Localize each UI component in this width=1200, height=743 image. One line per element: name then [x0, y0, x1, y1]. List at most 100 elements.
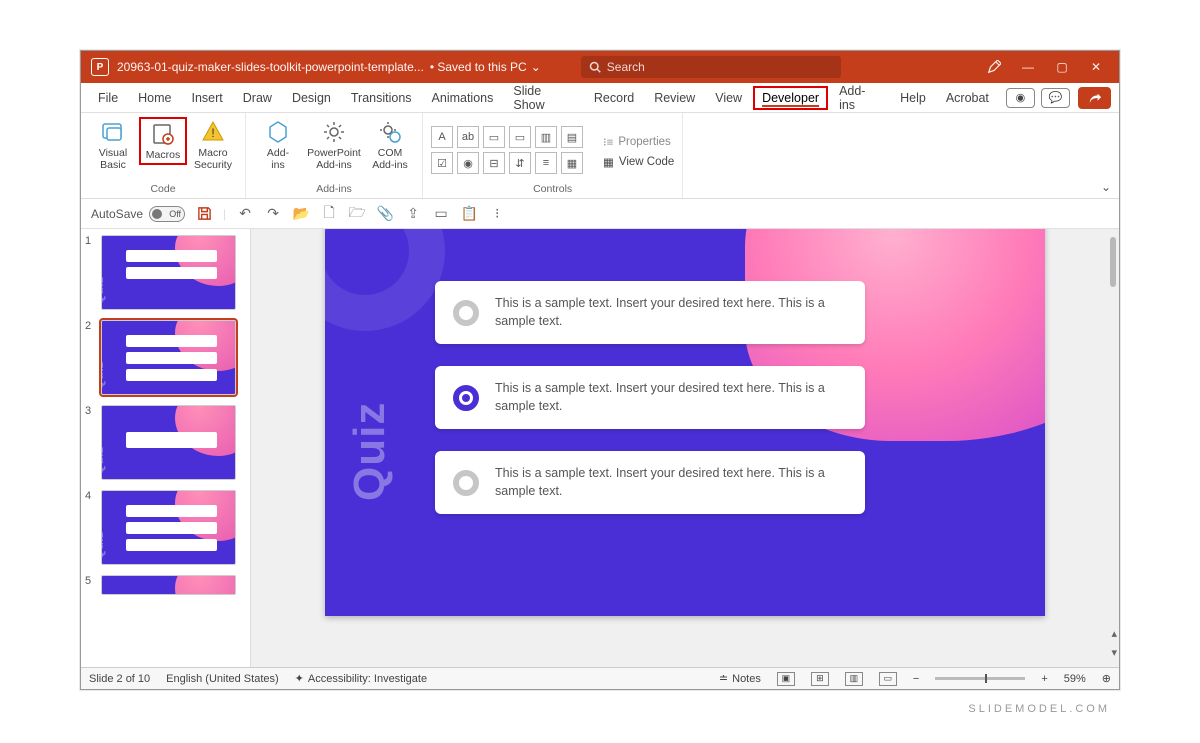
tab-transitions[interactable]: Transitions	[342, 86, 421, 110]
button-control-icon[interactable]: ▭	[509, 126, 531, 148]
language-status[interactable]: English (United States)	[166, 673, 279, 685]
tab-file[interactable]: File	[89, 86, 127, 110]
collapse-ribbon-icon[interactable]: ⌄	[1101, 180, 1111, 194]
tab-draw[interactable]: Draw	[234, 86, 281, 110]
accessibility-status[interactable]: ✦ Accessibility: Investigate	[295, 672, 427, 685]
folder-open-icon[interactable]: 📂	[292, 205, 310, 223]
toggle-control-icon[interactable]: ⊟	[483, 152, 505, 174]
menu-tabs: File Home Insert Draw Design Transitions…	[81, 83, 1119, 113]
tab-addins[interactable]: Add-ins	[830, 79, 889, 117]
slide-canvas-area[interactable]: Quiz This is a sample text. Insert your …	[251, 229, 1119, 667]
controls-gallery[interactable]: A ab ▭ ▭ ▥ ▤ ☑ ◉ ⊟ ⇵ ≡ ▦	[431, 126, 583, 174]
maximize-button[interactable]: ▢	[1045, 51, 1079, 83]
visual-basic-button[interactable]: Visual Basic	[89, 117, 137, 173]
view-code-button[interactable]: ▦ View Code	[603, 155, 674, 169]
gear-icon	[321, 119, 347, 145]
thumbnail-3[interactable]: Quiz	[101, 405, 236, 480]
undo-icon[interactable]: ↶	[236, 205, 254, 223]
paste-icon[interactable]: 📋	[460, 205, 478, 223]
prev-slide-icon[interactable]: ▴	[1111, 627, 1117, 640]
quiz-label: Quiz	[345, 402, 395, 501]
tab-insert[interactable]: Insert	[183, 86, 232, 110]
thumbnail-5[interactable]	[101, 575, 236, 595]
macros-button[interactable]: Macros	[139, 117, 187, 165]
zoom-in-icon[interactable]: +	[1041, 673, 1047, 685]
status-bar: Slide 2 of 10 English (United States) ✦ …	[81, 667, 1119, 689]
app-window: P 20963-01-quiz-maker-slides-toolkit-pow…	[80, 50, 1120, 690]
sorter-view-icon[interactable]: ⊞	[811, 672, 829, 686]
open-icon[interactable]: 🗁	[348, 205, 366, 223]
thumbnail-1[interactable]: Quiz	[101, 235, 236, 310]
zoom-level[interactable]: 59%	[1064, 673, 1086, 685]
minimize-button[interactable]: —	[1011, 51, 1045, 83]
slide-counter[interactable]: Slide 2 of 10	[89, 673, 150, 685]
tab-home[interactable]: Home	[129, 86, 180, 110]
tab-help[interactable]: Help	[891, 86, 935, 110]
combo-control-icon[interactable]: ▥	[535, 126, 557, 148]
thumbnail-4[interactable]: Quiz	[101, 490, 236, 565]
slideshow-view-icon[interactable]: ▭	[879, 672, 897, 686]
view-code-icon: ▦	[603, 155, 614, 169]
checkbox-control-icon[interactable]: ☑	[431, 152, 453, 174]
new-file-icon[interactable]: 🗋	[320, 205, 338, 223]
quiz-option-1[interactable]: This is a sample text. Insert your desir…	[435, 281, 865, 344]
next-slide-icon[interactable]: ▾	[1111, 646, 1117, 659]
addin-hex-icon	[265, 119, 291, 145]
more-icon[interactable]: ⁝	[488, 205, 506, 223]
zoom-slider[interactable]	[935, 677, 1025, 680]
svg-text:!: !	[211, 126, 214, 140]
slide[interactable]: Quiz This is a sample text. Insert your …	[325, 229, 1045, 616]
navigation-arrows: ▴ ▾	[1111, 627, 1117, 659]
search-icon	[589, 61, 601, 73]
com-addins-button[interactable]: COM Add-ins	[366, 117, 414, 173]
list-control-icon[interactable]: ▤	[561, 126, 583, 148]
tab-view[interactable]: View	[706, 86, 751, 110]
comments-icon[interactable]: 💬	[1041, 88, 1070, 108]
zoom-out-icon[interactable]: −	[913, 673, 919, 685]
spin-control-icon[interactable]: ⇵	[509, 152, 531, 174]
redo-icon[interactable]: ↷	[264, 205, 282, 223]
radio-selected-icon	[453, 385, 479, 411]
tab-acrobat[interactable]: Acrobat	[937, 86, 998, 110]
powerpoint-addins-button[interactable]: PowerPoint Add-ins	[304, 117, 364, 173]
doc-title: 20963-01-quiz-maker-slides-toolkit-power…	[117, 60, 424, 74]
tab-slideshow[interactable]: Slide Show	[504, 79, 583, 117]
tab-developer[interactable]: Developer	[753, 86, 828, 110]
quiz-option-3[interactable]: This is a sample text. Insert your desir…	[435, 451, 865, 514]
share-button[interactable]	[1078, 87, 1111, 109]
vertical-scrollbar[interactable]	[1105, 229, 1119, 667]
export-icon[interactable]: ⇪	[404, 205, 422, 223]
decorative-ring	[325, 229, 445, 331]
reading-view-icon[interactable]: ▥	[845, 672, 863, 686]
fit-to-window-icon[interactable]: ⊕	[1102, 672, 1111, 685]
group-control-icon[interactable]: ▭	[483, 126, 505, 148]
tab-design[interactable]: Design	[283, 86, 340, 110]
ribbon-group-addins: Add- ins PowerPoint Add-ins COM Add-ins …	[246, 113, 423, 198]
close-button[interactable]: ✕	[1079, 51, 1113, 83]
thumbnail-2[interactable]: Quiz	[101, 320, 236, 395]
addins-button[interactable]: Add- ins	[254, 117, 302, 173]
properties-button[interactable]: ⁝≡ Properties	[603, 135, 674, 149]
attachment-icon[interactable]: 📎	[376, 205, 394, 223]
autosave-toggle[interactable]: AutoSave Off	[91, 206, 185, 222]
textbox-control-icon[interactable]: ab	[457, 126, 479, 148]
save-icon[interactable]	[195, 205, 213, 223]
tab-record[interactable]: Record	[585, 86, 643, 110]
scroll-control-icon[interactable]: ≡	[535, 152, 557, 174]
quiz-option-2[interactable]: This is a sample text. Insert your desir…	[435, 366, 865, 429]
notes-button[interactable]: ≐ Notes	[719, 672, 761, 685]
pencil-icon[interactable]	[977, 51, 1011, 83]
title-bar: P 20963-01-quiz-maker-slides-toolkit-pow…	[81, 51, 1119, 83]
normal-view-icon[interactable]: ▣	[777, 672, 795, 686]
search-box[interactable]: Search	[581, 56, 841, 78]
save-status[interactable]: • Saved to this PC ⌄	[430, 60, 541, 74]
option-control-icon[interactable]: ◉	[457, 152, 479, 174]
image-control-icon[interactable]: ▦	[561, 152, 583, 174]
tab-review[interactable]: Review	[645, 86, 704, 110]
macro-security-button[interactable]: ! Macro Security	[189, 117, 237, 173]
slide-thumbnails-panel[interactable]: 1 Quiz 2 Quiz 3 Quiz 4 Quiz 5	[81, 229, 251, 667]
label-control-icon[interactable]: A	[431, 126, 453, 148]
present-icon[interactable]: ▭	[432, 205, 450, 223]
tab-animations[interactable]: Animations	[423, 86, 503, 110]
record-indicator-icon[interactable]: ◉	[1006, 88, 1035, 108]
